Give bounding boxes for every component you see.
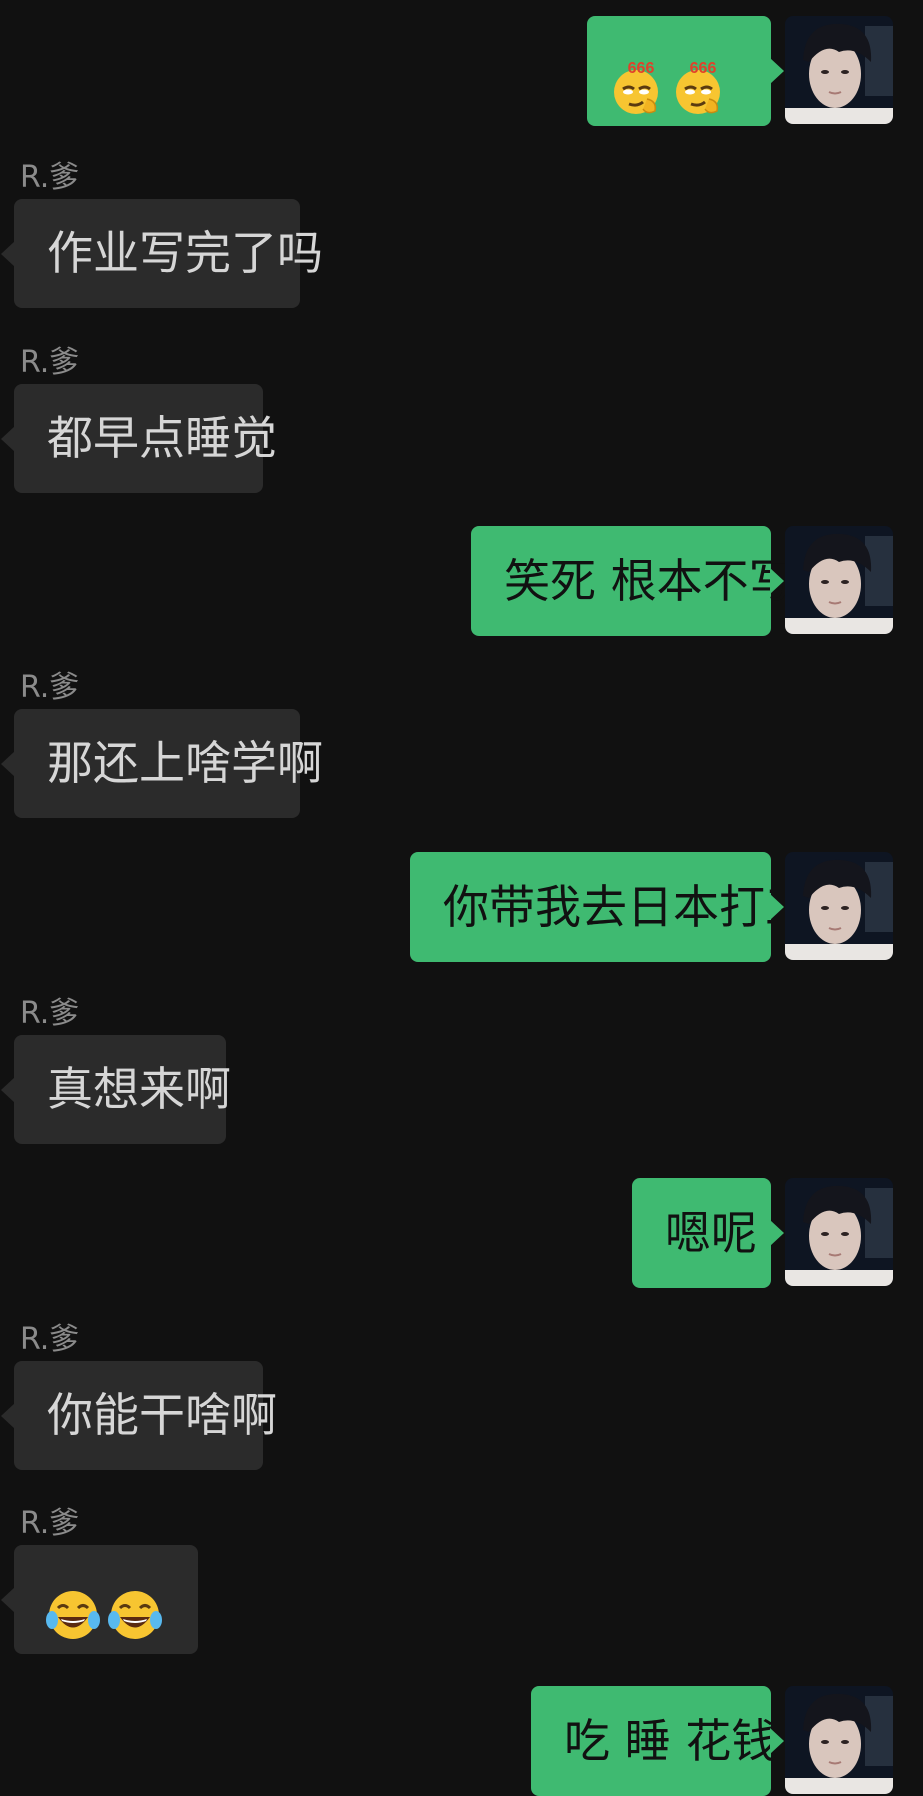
svg-text:666: 666 xyxy=(628,60,655,77)
message-bubble-other[interactable]: 那还上啥学啊 xyxy=(1,709,323,818)
avatar[interactable] xyxy=(785,1686,893,1794)
smirk-666-emoji-icon: 666 xyxy=(669,46,727,114)
sender-name: R.爹 xyxy=(20,345,80,380)
chat-message-list[interactable]: 666 666 R.爹 作业写完了吗 R.爹 都早点睡觉 笑死 根本不写 R.爹… xyxy=(0,0,923,1796)
message-self: 你带我去日本打工 xyxy=(0,852,923,962)
sender-name: R.爹 xyxy=(20,1506,80,1541)
message-self: 笑死 根本不写 xyxy=(0,526,923,636)
message-bubble-self[interactable]: 你带我去日本打工 xyxy=(410,852,811,962)
message-bubble-self[interactable]: 笑死 根本不写 xyxy=(471,526,795,636)
message-bubble-self[interactable]: 嗯呢 xyxy=(632,1178,784,1288)
message-bubble-other[interactable] xyxy=(1,1545,198,1654)
message-bubble-other[interactable]: 真想来啊 xyxy=(1,1035,231,1144)
avatar[interactable] xyxy=(785,1178,893,1286)
message-bubble-other[interactable]: 作业写完了吗 xyxy=(1,199,323,308)
avatar[interactable] xyxy=(785,852,893,960)
message-self: 嗯呢 xyxy=(0,1178,923,1288)
message-bubble-other[interactable]: 你能干啥啊 xyxy=(1,1361,277,1470)
svg-text:666: 666 xyxy=(690,60,717,77)
sender-name: R.爹 xyxy=(20,160,80,195)
sender-name: R.爹 xyxy=(20,1322,80,1357)
sender-name: R.爹 xyxy=(20,996,80,1031)
message-self: 666 666 xyxy=(0,16,923,126)
message-bubble-self[interactable]: 666 666 xyxy=(587,16,784,126)
message-bubble-other[interactable]: 都早点睡觉 xyxy=(1,384,277,493)
tears-of-joy-emoji-icon xyxy=(106,1574,164,1639)
smirk-666-emoji-icon: 666 xyxy=(607,46,665,114)
avatar[interactable] xyxy=(785,526,893,634)
message-bubble-self[interactable]: 吃 睡 花钱 xyxy=(531,1686,784,1796)
avatar[interactable] xyxy=(785,16,893,124)
message-self: 吃 睡 花钱 xyxy=(0,1686,923,1796)
tears-of-joy-emoji-icon xyxy=(44,1574,102,1639)
sender-name: R.爹 xyxy=(20,670,80,705)
